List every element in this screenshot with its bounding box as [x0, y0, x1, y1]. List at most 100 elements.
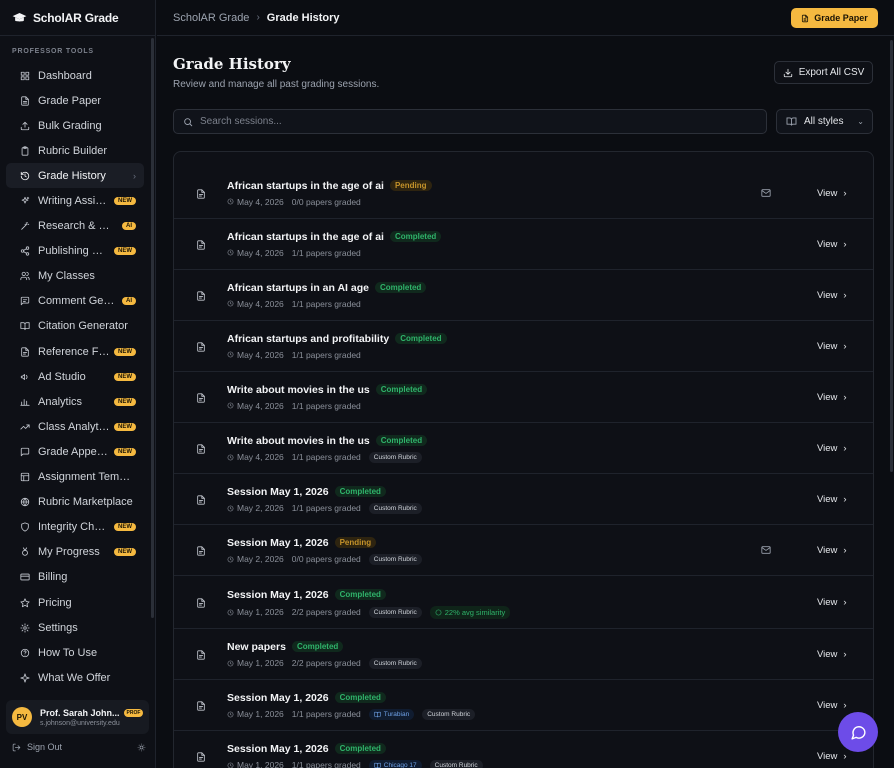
view-button[interactable]: View ›	[817, 341, 847, 352]
file-text-icon	[197, 545, 205, 556]
sidebar-item-what-we-offer[interactable]: What We Offer	[6, 665, 144, 690]
sidebar-item-grade-history[interactable]: Grade History ›	[6, 163, 144, 189]
brand[interactable]: ScholAR Grade	[0, 0, 155, 36]
sidebar-item-grade-appeals[interactable]: Grade Appeals NEW	[6, 439, 144, 464]
download-icon	[783, 68, 792, 77]
sidebar-item-settings[interactable]: Settings	[6, 615, 144, 640]
session-title-row: Write about movies in the us Completed	[227, 384, 428, 396]
session-date-text: May 1, 2026	[237, 709, 284, 719]
sidebar-item-rubric-builder[interactable]: Rubric Builder	[6, 138, 144, 163]
sidebar-item-class-analytics[interactable]: Class Analytics NEW	[6, 414, 144, 439]
table-row[interactable]: African startups and profitability Comple…	[174, 321, 873, 372]
sidebar-item-publishing-hub[interactable]: Publishing Hub NEW	[6, 239, 144, 264]
main-scrollbar[interactable]	[890, 40, 893, 472]
help-circle-icon	[20, 648, 30, 657]
style-filter-select[interactable]: All styles ⌄	[776, 109, 873, 134]
sidebar-item-label: Reference Formatter	[38, 345, 110, 358]
view-button[interactable]: View ›	[817, 751, 847, 762]
sidebar-item-integrity-checker[interactable]: Integrity Checker NEW	[6, 515, 144, 540]
sun-icon[interactable]	[137, 743, 146, 752]
view-button[interactable]: View ›	[817, 290, 847, 301]
sign-out-button[interactable]: Sign Out	[12, 740, 146, 754]
sidebar-item-pricing[interactable]: Pricing	[6, 590, 144, 615]
view-button[interactable]: View ›	[817, 443, 847, 454]
session-meta: May 4, 2026 1/1 papers graded Custom Rubri…	[227, 451, 422, 463]
sidebar-scrollbar[interactable]	[151, 38, 154, 618]
session-date-text: May 4, 2026	[237, 196, 284, 207]
sidebar-item-bulk-grading[interactable]: Bulk Grading	[6, 113, 144, 138]
session-date: May 1, 2026	[227, 658, 284, 668]
chat-button[interactable]	[838, 712, 878, 752]
table-row[interactable]: African startups in the age of ai Pending…	[174, 168, 873, 219]
sidebar-item-comment-generator[interactable]: Comment Generator AI	[6, 289, 144, 314]
session-meta: May 1, 2026 1/1 papers graded Turabian Cust…	[227, 708, 476, 720]
chevron-right-icon: ›	[843, 238, 847, 250]
view-button[interactable]: View ›	[817, 649, 847, 660]
breadcrumb-root[interactable]: ScholAR Grade	[173, 12, 249, 24]
export-csv-button[interactable]: Export All CSV	[774, 61, 873, 84]
tag-label: Custom Rubric	[373, 555, 417, 563]
table-row[interactable]: Session May 1, 2026 Completed May 1, 2026 2…	[174, 576, 873, 629]
session-title: African startups in an AI age	[227, 281, 369, 294]
sidebar-item-ad-studio[interactable]: Ad Studio NEW	[6, 364, 144, 389]
clock-icon	[227, 351, 234, 358]
style-tag: Turabian	[368, 708, 415, 720]
credit-card-icon	[20, 574, 30, 581]
session-meta: May 1, 2026 2/2 papers graded Custom Rubri…	[227, 605, 511, 619]
search-input[interactable]	[200, 116, 740, 127]
sidebar-item-my-progress[interactable]: My Progress NEW	[6, 540, 144, 565]
table-row[interactable]: Session May 1, 2026 Completed May 1, 2026 1…	[174, 680, 873, 731]
table-row[interactable]: African startups in an AI age Completed Ma…	[174, 270, 873, 321]
mail-icon[interactable]	[760, 188, 772, 198]
sidebar-item-rubric-marketplace[interactable]: Rubric Marketplace	[6, 490, 144, 515]
sidebar-item-citation-generator[interactable]: Citation Generator	[6, 314, 144, 339]
table-row[interactable]: Session May 1, 2026 Pending May 2, 2026 0/0…	[174, 525, 873, 576]
sidebar-item-analytics[interactable]: Analytics NEW	[6, 389, 144, 414]
table-row[interactable]: Session May 1, 2026 Completed May 1, 2026 1…	[174, 731, 873, 768]
sidebar-item-writing-assistant[interactable]: Writing Assistant NEW	[6, 188, 144, 213]
sidebar-item-badge: NEW	[114, 247, 136, 256]
mail-icon[interactable]	[760, 545, 772, 555]
table-row[interactable]: Write about movies in the us Completed May…	[174, 372, 873, 423]
profile-card[interactable]: PV Prof. Sarah John... PROF s.johnson@un…	[6, 700, 149, 734]
export-label: Export All CSV	[798, 67, 865, 78]
sidebar-item-grade-paper[interactable]: Grade Paper	[6, 88, 144, 113]
role-badge: PROF	[123, 708, 144, 717]
papers-graded: 1/1 papers graded	[291, 452, 361, 462]
table-row[interactable]: Write about movies in the us Completed May…	[174, 423, 873, 474]
view-button[interactable]: View ›	[817, 188, 847, 199]
sidebar-item-how-to-use[interactable]: How To Use	[6, 640, 144, 665]
papers-graded: 1/1 papers graded	[291, 349, 361, 360]
session-title-row: Session May 1, 2026 Completed	[227, 743, 386, 755]
view-button[interactable]: View ›	[817, 597, 847, 608]
view-button[interactable]: View ›	[817, 545, 847, 556]
sidebar-item-badge: NEW	[114, 397, 136, 406]
session-date-text: May 4, 2026	[237, 452, 284, 462]
view-button[interactable]: View ›	[817, 392, 847, 403]
session-date: May 4, 2026	[227, 299, 284, 309]
sidebar-item-research-writing[interactable]: Research & Writing AI	[6, 214, 144, 239]
section-label: PROFESSOR TOOLS	[12, 48, 94, 55]
search-box[interactable]	[173, 109, 767, 134]
table-row[interactable]: New papers Completed May 1, 2026 2/2 papers…	[174, 629, 873, 680]
rubric-tag: Custom Rubric	[368, 606, 422, 618]
sidebar-item-badge: NEW	[114, 197, 136, 206]
chevron-right-icon: ›	[843, 493, 847, 505]
sparkles-icon	[21, 196, 30, 204]
sidebar-item-my-classes[interactable]: My Classes	[6, 264, 144, 289]
sidebar-item-dashboard[interactable]: Dashboard	[6, 63, 144, 88]
grade-paper-button[interactable]: Grade Paper	[791, 8, 878, 28]
sidebar-item-reference-formatter[interactable]: Reference Formatter NEW	[6, 339, 144, 364]
view-button[interactable]: View ›	[817, 494, 847, 505]
session-date: May 4, 2026	[227, 401, 284, 411]
book-open-icon	[786, 117, 797, 126]
table-row[interactable]: African startups in the age of ai Complet…	[174, 219, 873, 270]
sidebar-item-assignment-templates[interactable]: Assignment Templates	[6, 465, 144, 490]
status-badge: Completed	[334, 486, 386, 497]
view-button[interactable]: View ›	[817, 700, 847, 711]
session-title: African startups in the age of ai	[227, 230, 384, 243]
sidebar-item-billing[interactable]: Billing	[6, 565, 144, 590]
view-button[interactable]: View ›	[817, 239, 847, 250]
table-row[interactable]: Session May 1, 2026 Completed May 2, 2026 1…	[174, 474, 873, 525]
share-icon	[20, 246, 30, 256]
